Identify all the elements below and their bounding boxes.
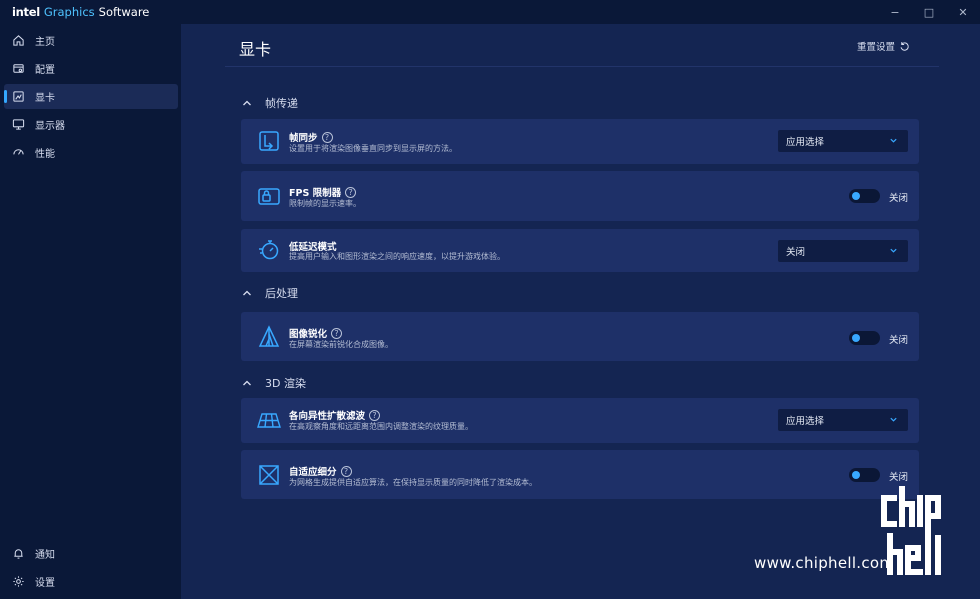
profile-icon [11, 62, 25, 76]
section-title: 帧传递 [265, 97, 298, 110]
card-low-latency: 低延迟模式 提高用户输入和图形渲染之间的响应速度，以提升游戏体验。 关闭 [241, 229, 919, 272]
card-title-anisotropic: 各向异性扩散滤波 ? [289, 408, 381, 422]
sidebar: 主页 配置 显卡 显示器 性能 通知 设置 [0, 24, 181, 599]
section-title: 后处理 [265, 287, 298, 300]
reset-settings-button[interactable]: 重置设置 [857, 39, 910, 53]
fps-limiter-toggle[interactable] [849, 189, 880, 203]
card-desc-tessellation: 为网格生成提供自适应算法，在保持显示质量的同时降低了渲染成本。 [289, 478, 537, 487]
toggle-knob [852, 471, 860, 479]
select-value: 关闭 [786, 247, 806, 258]
card-title-vsync: 帧同步 ? [289, 130, 333, 144]
card-adaptive-tessellation: 自适应细分 ? 为网格生成提供自适应算法，在保持显示质量的同时降低了渲染成本。 … [241, 450, 919, 499]
home-icon [11, 34, 25, 48]
close-button[interactable]: ✕ [946, 0, 980, 24]
reset-settings-label: 重置设置 [857, 42, 896, 53]
chevron-down-icon [890, 417, 897, 422]
sidebar-item-display[interactable]: 显示器 [4, 112, 178, 137]
help-icon[interactable]: ? [345, 186, 357, 198]
card-title-text: 图像锐化 [289, 329, 328, 340]
chevron-up-icon [243, 100, 251, 106]
section-title: 3D 渲染 [265, 377, 306, 390]
gear-icon [11, 575, 25, 589]
chevron-down-icon [890, 248, 897, 253]
sidebar-item-label: 性能 [35, 149, 55, 160]
graphics-icon [11, 90, 25, 104]
card-vsync: 帧同步 ? 设置用于将渲染图像垂直同步到显示屏的方法。 应用选择 [241, 119, 919, 164]
stopwatch-icon [257, 238, 281, 262]
card-desc-anisotropic: 在高观察角度和远距离范围内调整渲染的纹理质量。 [289, 422, 473, 431]
reset-icon [900, 41, 909, 51]
card-title-text: FPS 限制器 [289, 188, 342, 199]
grid-plane-icon [257, 408, 281, 432]
performance-icon [11, 146, 25, 160]
card-title-image-sharpening: 图像锐化 ? [289, 326, 343, 340]
card-anisotropic-filtering: 各向异性扩散滤波 ? 在高观察角度和远距离范围内调整渲染的纹理质量。 应用选择 [241, 398, 919, 443]
help-icon[interactable]: ? [331, 327, 343, 339]
toggle-label: 关闭 [889, 472, 909, 483]
title-bar: intel Graphics Software − □ ✕ [0, 0, 980, 24]
window-controls: − □ ✕ [878, 0, 980, 24]
select-value: 应用选择 [786, 137, 825, 148]
chiphell-logo [881, 486, 941, 575]
sidebar-item-settings[interactable]: 设置 [4, 569, 178, 594]
sidebar-item-label: 显卡 [35, 93, 55, 104]
toggle-label: 关闭 [889, 193, 909, 204]
bell-icon [11, 547, 25, 561]
vsync-icon [257, 129, 281, 153]
sidebar-item-home[interactable]: 主页 [4, 28, 178, 53]
card-title-text: 自适应细分 [289, 467, 337, 478]
main-panel: 显卡 重置设置 帧传递 帧同步 ? 设置用于将渲染图像垂直同步到显示屏的方法。 … [181, 24, 980, 599]
sidebar-item-profile[interactable]: 配置 [4, 56, 178, 81]
section-frame-delivery[interactable]: 帧传递 [241, 95, 298, 111]
brand-software: Software [98, 5, 150, 19]
app-brand: intel Graphics Software [0, 5, 149, 19]
sidebar-item-label: 显示器 [35, 121, 65, 132]
brand-graphics: Graphics [43, 5, 95, 19]
select-value: 应用选择 [786, 416, 825, 427]
section-3d-rendering[interactable]: 3D 渲染 [241, 375, 306, 391]
section-post-processing[interactable]: 后处理 [241, 285, 298, 301]
sidebar-item-performance[interactable]: 性能 [4, 140, 178, 165]
brand-intel: intel [12, 5, 40, 19]
card-title-text: 帧同步 [289, 133, 318, 144]
tessellation-icon [257, 463, 281, 487]
card-title-fps-limiter: FPS 限制器 ? [289, 185, 357, 199]
watermark-text: www.chiphell.com [754, 554, 895, 572]
help-icon[interactable]: ? [340, 465, 352, 477]
page-title: 显卡 [239, 40, 272, 59]
vsync-select[interactable]: 应用选择 [778, 130, 908, 152]
monitor-icon [11, 118, 25, 132]
card-fps-limiter: FPS 限制器 ? 限制帧的显示速率。 关闭 [241, 171, 919, 221]
minimize-button[interactable]: − [878, 0, 912, 24]
fps-limiter-icon [257, 184, 281, 208]
card-title-tessellation: 自适应细分 ? [289, 464, 352, 478]
sidebar-item-label: 主页 [35, 37, 55, 48]
anisotropic-select[interactable]: 应用选择 [778, 409, 908, 431]
sharpening-icon [257, 325, 281, 349]
card-desc-fps-limiter: 限制帧的显示速率。 [289, 199, 361, 208]
image-sharpening-toggle[interactable] [849, 331, 880, 345]
card-desc-low-latency: 提高用户输入和图形渲染之间的响应速度，以提升游戏体验。 [289, 252, 505, 261]
sidebar-item-graphics[interactable]: 显卡 [4, 84, 178, 109]
chevron-up-icon [243, 380, 251, 386]
maximize-button[interactable]: □ [912, 0, 946, 24]
help-icon[interactable]: ? [369, 409, 381, 421]
card-image-sharpening: 图像锐化 ? 在屏幕渲染前锐化合成图像。 关闭 [241, 312, 919, 361]
toggle-label: 关闭 [889, 335, 909, 346]
toggle-knob [852, 192, 860, 200]
toggle-knob [852, 334, 860, 342]
card-title-text: 各向异性扩散滤波 [289, 411, 366, 422]
help-icon[interactable]: ? [321, 131, 333, 143]
card-desc-vsync: 设置用于将渲染图像垂直同步到显示屏的方法。 [289, 144, 457, 153]
chevron-down-icon [890, 138, 897, 143]
sidebar-item-label: 配置 [35, 65, 55, 76]
sidebar-item-label: 设置 [35, 578, 55, 589]
sidebar-item-notifications[interactable]: 通知 [4, 541, 178, 566]
chevron-up-icon [243, 290, 251, 296]
tessellation-toggle[interactable] [849, 468, 880, 482]
header-divider [225, 66, 939, 67]
low-latency-select[interactable]: 关闭 [778, 240, 908, 262]
sidebar-item-label: 通知 [35, 550, 55, 561]
card-desc-image-sharpening: 在屏幕渲染前锐化合成图像。 [289, 340, 393, 349]
